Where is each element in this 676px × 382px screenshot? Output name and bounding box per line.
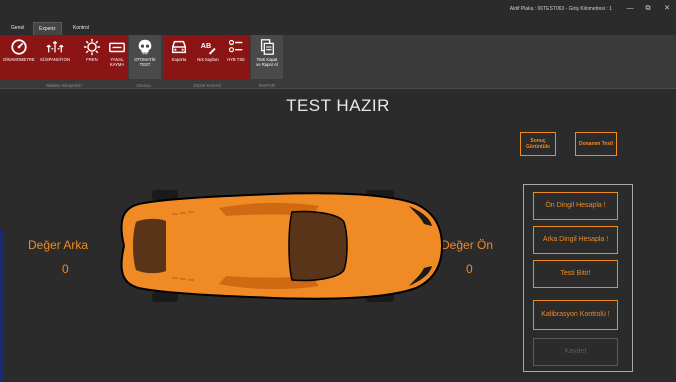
ribbon: DİNAMOMETRE SÜSPANSİYON FREN YANAL KAYMA…: [0, 35, 676, 89]
ribbon-group-rapor: Testi Kapat ve Rapor Al RAPOR: [251, 35, 283, 89]
rapor-al-label: ve Rapor Al: [256, 62, 278, 67]
testi-kapat-button[interactable]: Testi Kapat ve Rapor Al: [251, 38, 283, 67]
suspension-icon: [46, 41, 64, 53]
arka-dingil-hesapla-button[interactable]: Arka Dingil Hesapla !: [533, 226, 618, 254]
page-title: TEST HAZIR: [286, 96, 390, 115]
testi-bitir-button[interactable]: Testi Bitir!: [533, 260, 618, 288]
suspansiyon-button[interactable]: SÜSPANSİYON: [38, 38, 72, 62]
test-label: TEST: [139, 62, 151, 67]
window-edge-strip: [0, 230, 4, 382]
kalibrasyon-kontrolu-button[interactable]: Kalibrasyon Kontrolü !: [533, 300, 618, 330]
tab-kontrol[interactable]: Kontrol: [68, 22, 94, 35]
maximize-button[interactable]: ⧉: [642, 4, 654, 14]
close-button[interactable]: ✕: [661, 4, 673, 14]
dinamometre-label: DİNAMOMETRE: [3, 57, 35, 62]
tab-experiz[interactable]: Experiz: [33, 22, 62, 35]
ribbon-group-makine: DİNAMOMETRE SÜSPANSİYON FREN YANAL KAYMA…: [0, 35, 128, 89]
otomatik-test-button[interactable]: OTOMATİK TEST: [129, 38, 161, 67]
rear-value-label: Değer Arka: [28, 238, 89, 252]
kaporta-button[interactable]: Kaporta: [166, 38, 192, 62]
group-label-rapor: RAPOR: [258, 83, 275, 88]
yanal-kayma-button[interactable]: YANAL KAYMA: [106, 38, 128, 67]
plate-info: Aktif Plaka : 06TEST063 - Giriş Kilometr…: [509, 6, 612, 12]
fren-label: FREN: [86, 57, 98, 62]
app-window: Aktif Plaka : 06TEST063 - Giriş Kilometr…: [0, 0, 676, 382]
rear-value: 0: [62, 262, 69, 276]
fren-button[interactable]: FREN: [80, 38, 104, 62]
hyb-tse-button[interactable]: HYB TSE: [224, 38, 248, 62]
notes-icon: AB: [201, 41, 216, 55]
sonuc-goruntule-button[interactable]: Sonuç Görüntüle: [520, 132, 556, 156]
svg-text:AB: AB: [201, 41, 211, 50]
not-sayfasi-button[interactable]: AB Not Sayfası: [194, 38, 222, 62]
hyb-tse-label: HYB TSE: [227, 57, 245, 62]
car-top-view-image: [120, 190, 444, 302]
skull-icon: [138, 39, 152, 55]
brake-icon: [83, 38, 101, 56]
group-label-makine: Makine Ekspertizi: [46, 83, 82, 88]
on-dingil-hesapla-button[interactable]: Ön Dingil Hesapla !: [533, 192, 618, 220]
group-label-gozle: Gözle Kontrol: [193, 83, 221, 88]
side-slip-icon: [109, 42, 125, 53]
report-icon: [260, 39, 274, 55]
minimize-button[interactable]: —: [624, 4, 636, 14]
speedometer-icon: [11, 39, 27, 55]
kaydet-button[interactable]: Kaydet: [533, 338, 618, 366]
ribbon-group-gozle: Kaporta AB Not Sayfası HYB TSE Gözle Kon…: [164, 35, 250, 89]
checklist-icon: [228, 39, 243, 53]
front-value-label: Değer Ön: [441, 238, 494, 252]
dinamometre-button[interactable]: DİNAMOMETRE: [2, 38, 36, 62]
tab-genel[interactable]: Genel: [6, 22, 29, 35]
kaporta-label: Kaporta: [171, 57, 187, 62]
car-front-icon: [171, 40, 187, 54]
front-value: 0: [466, 262, 473, 276]
suspansiyon-label: SÜSPANSİYON: [40, 57, 70, 62]
kayma-label: KAYMA: [109, 62, 125, 67]
group-label-otomasyon: Otoma...: [136, 83, 154, 88]
not-sayfasi-label: Not Sayfası: [197, 57, 219, 62]
title-bar: Aktif Plaka : 06TEST063 - Giriş Kilometr…: [0, 0, 676, 20]
donanim-testi-button[interactable]: Donanım Testi: [575, 132, 617, 156]
ribbon-group-otomasyon: OTOMATİK TEST Otoma...: [129, 35, 161, 89]
